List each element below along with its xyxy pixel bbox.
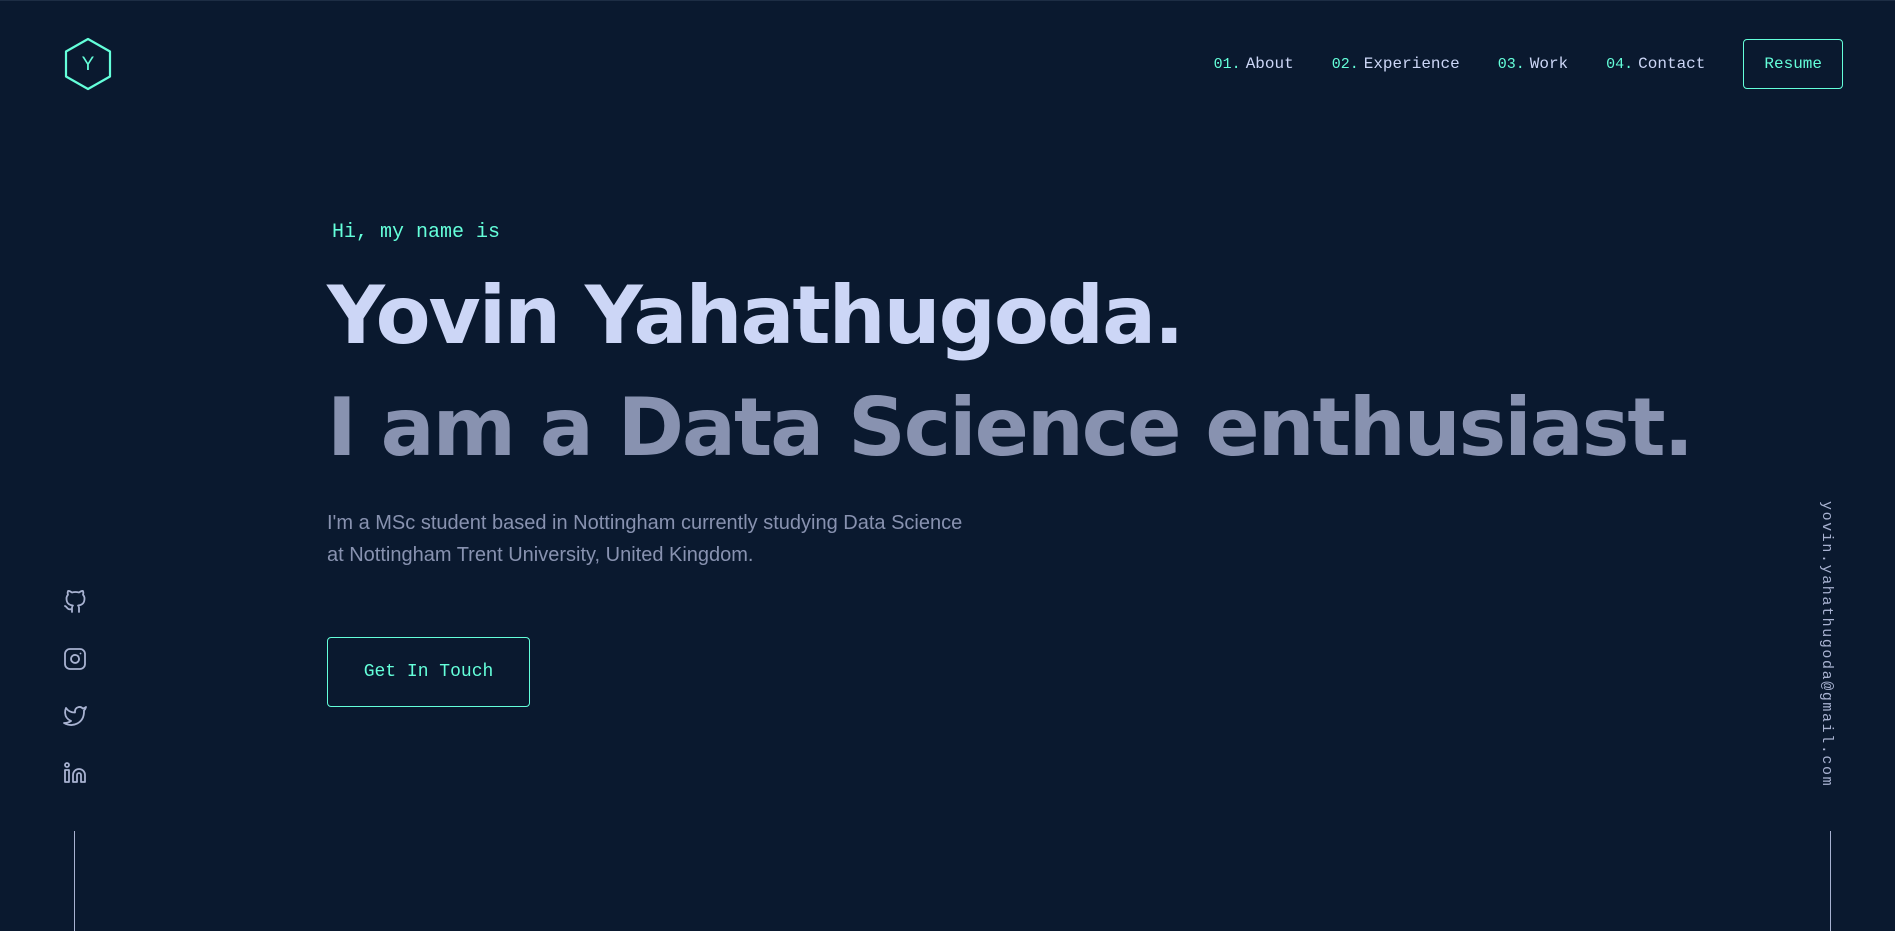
hero-tagline: I am a Data Science enthusiast.	[327, 381, 1694, 474]
hero-greeting: Hi, my name is	[332, 221, 501, 244]
nav-label: Experience	[1363, 55, 1460, 73]
page: Y 01. About 02. Experience 03. Work 04. Cont…	[0, 0, 1895, 931]
linkedin-link[interactable]	[60, 758, 90, 788]
left-divider-line	[74, 831, 75, 931]
nav-label: Work	[1529, 55, 1569, 73]
logo-letter: Y	[81, 53, 95, 75]
nav-number: 03.	[1497, 56, 1525, 73]
hero-section: Hi, my name is Yovin Yahathugoda. I am a…	[327, 221, 1694, 707]
nav-item-contact[interactable]: 04. Contact	[1606, 55, 1705, 73]
instagram-icon	[64, 648, 86, 670]
get-in-touch-button[interactable]: Get In Touch	[327, 637, 530, 707]
social-links	[60, 587, 90, 815]
hero-intro: I'm a MSc student based in Nottingham cu…	[327, 512, 963, 566]
main-nav: 01. About 02. Experience 03. Work 04. Contac…	[1214, 39, 1843, 89]
github-link[interactable]	[60, 587, 90, 617]
nav-label: About	[1245, 55, 1294, 73]
twitter-link[interactable]	[60, 701, 90, 731]
nav-number: 04.	[1606, 56, 1634, 73]
nav-number: 01.	[1213, 56, 1241, 73]
linkedin-icon	[64, 762, 86, 783]
resume-button[interactable]: Resume	[1743, 39, 1843, 89]
right-divider-line	[1830, 831, 1831, 931]
nav-item-about[interactable]: 01. About	[1214, 55, 1294, 73]
nav-label: Contact	[1638, 55, 1706, 73]
nav-item-experience[interactable]: 02. Experience	[1332, 55, 1460, 73]
nav-item-work[interactable]: 03. Work	[1498, 55, 1568, 73]
twitter-icon	[63, 706, 87, 726]
github-icon	[64, 590, 86, 613]
logo-link[interactable]: Y	[64, 37, 112, 91]
hero-name: Yovin Yahathugoda.	[327, 269, 1184, 362]
instagram-link[interactable]	[60, 644, 90, 674]
nav-number: 02.	[1331, 56, 1359, 73]
email-link[interactable]: yovin.yahathugoda@gmail.com	[1818, 501, 1835, 787]
